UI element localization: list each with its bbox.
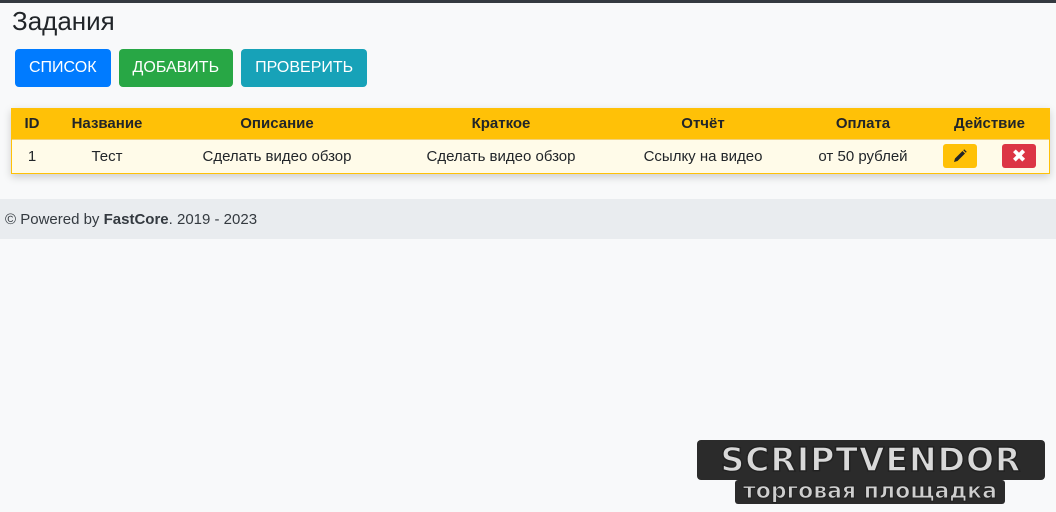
col-header-payment: Оплата bbox=[835, 115, 891, 133]
cell-short: Сделать видео обзор bbox=[426, 147, 576, 165]
col-header-report: Отчёт bbox=[681, 115, 725, 133]
pencil-icon bbox=[954, 149, 967, 163]
footer-prefix: © Powered by bbox=[5, 210, 104, 228]
col-header-name: Название bbox=[71, 115, 143, 133]
cell-report: Ссылку на видео bbox=[643, 147, 763, 165]
table-header-row: ID Название Описание Краткое Отчёт Оплат… bbox=[12, 109, 1049, 139]
tasks-table: ID Название Описание Краткое Отчёт Оплат… bbox=[11, 108, 1050, 174]
col-header-short: Краткое bbox=[471, 115, 531, 133]
close-icon: ✖ bbox=[1011, 145, 1027, 166]
col-header-id: ID bbox=[24, 115, 40, 133]
watermark-sub-text: торговая площадка bbox=[735, 479, 1005, 504]
page-title: Задания bbox=[12, 6, 115, 36]
col-header-description: Описание bbox=[240, 115, 314, 133]
watermark-logo: SCRIPTVENDOR торговая площадка bbox=[697, 439, 1045, 506]
col-header-action: Действие bbox=[954, 115, 1025, 133]
top-border bbox=[0, 0, 1056, 3]
footer-brand: FastCore bbox=[103, 210, 169, 228]
toolbar: СПИСОК ДОБАВИТЬ ПРОВЕРИТЬ bbox=[15, 49, 368, 87]
delete-button[interactable]: ✖ bbox=[1002, 144, 1036, 169]
cell-payment: от 50 рублей bbox=[818, 147, 908, 165]
list-button[interactable]: СПИСОК bbox=[15, 49, 111, 87]
add-button[interactable]: ДОБАВИТЬ bbox=[118, 49, 234, 87]
watermark-main-text: SCRIPTVENDOR bbox=[697, 439, 1045, 480]
cell-description: Сделать видео обзор bbox=[202, 147, 352, 165]
edit-button[interactable] bbox=[943, 144, 977, 169]
footer: © Powered by FastCore. 2019 - 2023 bbox=[0, 199, 1056, 239]
cell-actions: ✖ bbox=[930, 139, 1049, 173]
check-button[interactable]: ПРОВЕРИТЬ bbox=[241, 49, 368, 87]
footer-suffix: . 2019 - 2023 bbox=[168, 210, 258, 228]
cell-id: 1 bbox=[27, 147, 37, 165]
table-row: 1 Тест Сделать видео обзор Сделать видео… bbox=[12, 139, 1049, 173]
cell-name: Тест bbox=[91, 147, 123, 165]
